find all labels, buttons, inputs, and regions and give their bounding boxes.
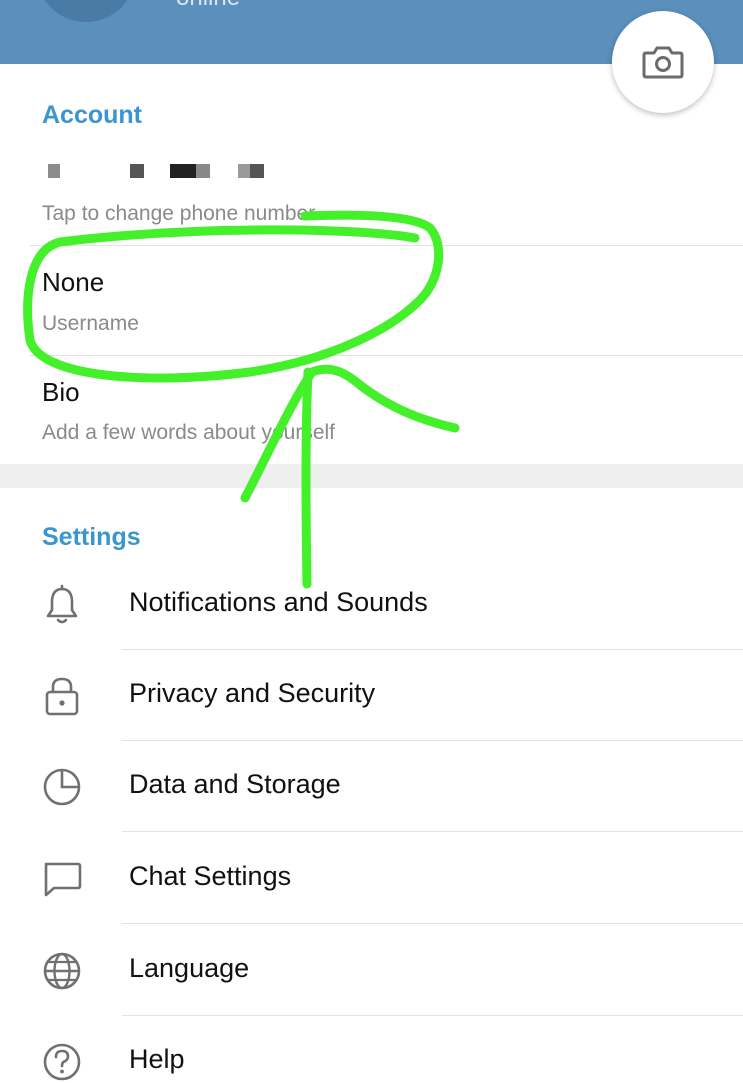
- avatar[interactable]: [36, 0, 136, 22]
- settings-item-language[interactable]: Language: [0, 925, 743, 1016]
- camera-button[interactable]: [612, 11, 714, 113]
- divider: [30, 245, 743, 246]
- globe-icon: [43, 952, 81, 990]
- phone-number-redacted[interactable]: [42, 162, 282, 180]
- account-section-title: Account: [42, 101, 142, 129]
- settings-item-chat[interactable]: Chat Settings: [0, 833, 743, 924]
- pie-chart-icon: [43, 768, 81, 806]
- settings-item-label: Privacy and Security: [129, 678, 376, 708]
- settings-item-label: Data and Storage: [129, 769, 341, 799]
- settings-item-data-storage[interactable]: Data and Storage: [0, 741, 743, 832]
- section-separator: [0, 464, 743, 488]
- settings-section-title: Settings: [42, 523, 141, 551]
- divider: [30, 355, 743, 356]
- bell-icon: [46, 584, 78, 624]
- bio-hint: Add a few words about yourself: [42, 421, 335, 444]
- chat-bubble-icon: [44, 862, 82, 897]
- divider: [122, 831, 743, 832]
- camera-icon: [642, 46, 684, 79]
- settings-item-notifications[interactable]: Notifications and Sounds: [0, 559, 743, 650]
- settings-item-label: Chat Settings: [129, 861, 292, 891]
- lock-icon: [45, 677, 79, 716]
- username-value[interactable]: None: [42, 267, 104, 298]
- divider: [122, 923, 743, 924]
- settings-screen: online Account Tap to change phone numbe…: [0, 0, 743, 1083]
- settings-item-label: Notifications and Sounds: [129, 587, 428, 617]
- settings-item-help[interactable]: Help: [0, 1016, 743, 1083]
- username-label: Username: [42, 312, 139, 335]
- settings-item-privacy[interactable]: Privacy and Security: [0, 650, 743, 741]
- help-icon: [43, 1043, 81, 1081]
- status-text: online: [176, 0, 240, 12]
- bio-value[interactable]: Bio: [42, 377, 80, 408]
- phone-hint: Tap to change phone number: [42, 202, 316, 225]
- settings-item-label: Language: [129, 953, 250, 983]
- settings-item-label: Help: [129, 1044, 185, 1074]
